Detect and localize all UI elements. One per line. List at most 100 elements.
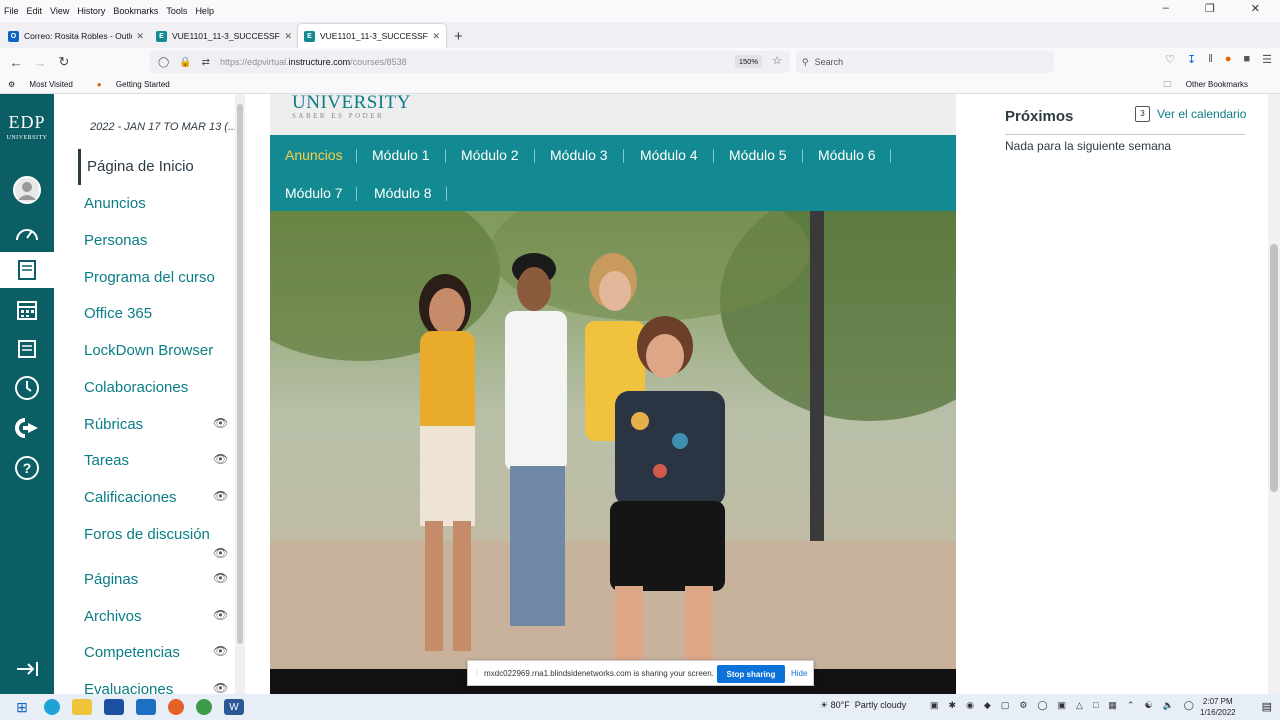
tray-icon[interactable]: ▢ — [1001, 700, 1010, 711]
firefox-icon[interactable] — [168, 699, 184, 715]
tab-outlook[interactable]: O Correo: Rosita Robles - Outlook ✕ — [2, 24, 150, 48]
course-nav-item-home[interactable]: Página de Inicio — [78, 149, 194, 185]
tray-icon[interactable]: ◉ — [966, 700, 974, 711]
system-clock[interactable]: 2:07 PM 1/16/2022 — [1200, 696, 1236, 718]
shield-icon[interactable]: ◯ — [158, 57, 169, 68]
notification-icon[interactable]: ▤ — [1262, 700, 1272, 713]
hide-banner-button[interactable]: Hide — [791, 669, 807, 678]
close-tab-icon[interactable]: ✕ — [284, 31, 292, 42]
search-input[interactable]: ⚲ Search — [796, 51, 1054, 73]
tray-icon[interactable]: △ — [1076, 700, 1083, 711]
module-link-2[interactable]: Módulo 2 — [461, 147, 519, 163]
course-nav-item-paginas[interactable]: Páginas — [84, 571, 138, 588]
course-nav-item-competencias[interactable]: Competencias — [84, 644, 180, 661]
course-nav-scrollbar[interactable] — [235, 94, 245, 694]
commons-icon[interactable] — [0, 410, 54, 446]
course-nav-item-programa[interactable]: Programa del curso — [84, 269, 215, 286]
course-nav-item-rubricas[interactable]: Rúbricas — [84, 416, 143, 433]
calendar-icon[interactable] — [0, 292, 54, 328]
back-icon[interactable]: ← — [4, 55, 28, 70]
stop-sharing-button[interactable]: Stop sharing — [717, 665, 785, 683]
edge-icon[interactable] — [44, 699, 60, 715]
zoom-level[interactable]: 150% — [734, 55, 762, 68]
chevron-up-icon[interactable]: ⌃ — [1127, 700, 1135, 711]
calendar-icon[interactable]: 3 — [1135, 106, 1150, 122]
course-nav-item-archivos[interactable]: Archivos — [84, 608, 142, 625]
file-explorer-icon[interactable] — [72, 699, 92, 715]
chrome-icon[interactable] — [196, 699, 212, 715]
tab-course-2-active[interactable]: E VUE1101_11-3_SUCCESSFULL UNI ✕ — [298, 24, 446, 48]
module-link-7[interactable]: Módulo 7 — [285, 185, 343, 201]
store-icon[interactable] — [104, 699, 124, 715]
tray-icon[interactable]: ▣ — [1058, 700, 1067, 711]
courses-icon[interactable] — [0, 252, 54, 288]
menu-edit[interactable]: Edit — [27, 6, 43, 16]
dashboard-icon[interactable] — [0, 214, 54, 250]
module-link-anuncios[interactable]: Anuncios — [285, 147, 343, 163]
course-nav-item-lockdown[interactable]: LockDown Browser — [84, 342, 213, 359]
close-tab-icon[interactable]: ✕ — [136, 31, 144, 42]
course-nav-item-evaluaciones[interactable]: Evaluaciones — [84, 681, 173, 694]
edp-logo[interactable]: EDP UNIVERSITY — [0, 113, 54, 146]
menu-view[interactable]: View — [50, 6, 69, 16]
module-link-6[interactable]: Módulo 6 — [818, 147, 876, 163]
menu-bookmarks[interactable]: Bookmarks — [113, 6, 158, 16]
menu-tools[interactable]: Tools — [166, 6, 187, 16]
forward-icon[interactable]: → — [28, 55, 52, 70]
reload-icon[interactable]: ↻ — [52, 54, 76, 70]
module-link-1[interactable]: Módulo 1 — [372, 147, 430, 163]
tab-course-1[interactable]: E VUE1101_11-3_SUCCESSFULL UNI ✕ — [150, 24, 298, 48]
windows-start-icon[interactable]: ⊞ — [12, 699, 32, 715]
inbox-icon[interactable] — [0, 330, 54, 366]
pocket-icon[interactable]: ♡ — [1165, 53, 1175, 66]
course-nav-item-tareas[interactable]: Tareas — [84, 452, 129, 469]
course-nav-item-foros[interactable]: Foros de discusión — [84, 526, 210, 543]
course-nav-item-office365[interactable]: Office 365 — [84, 305, 152, 322]
scrollbar-thumb[interactable] — [1270, 244, 1278, 492]
collapse-nav-icon[interactable] — [0, 651, 54, 687]
module-link-8[interactable]: Módulo 8 — [374, 185, 432, 201]
tray-icon[interactable]: ▣ — [930, 700, 939, 711]
new-tab-button[interactable]: + — [454, 26, 463, 48]
tray-icon[interactable]: ▦ — [1108, 700, 1117, 711]
history-icon[interactable] — [0, 370, 54, 406]
bookmark-most-visited[interactable]: ⚙ Most Visited — [8, 80, 85, 89]
restore-icon[interactable]: ❐ — [1205, 2, 1215, 15]
course-nav-item-calificaciones[interactable]: Calificaciones — [84, 489, 177, 506]
downloads-icon[interactable]: ↧ — [1187, 53, 1196, 66]
close-tab-icon[interactable]: ✕ — [432, 31, 440, 42]
bookmark-getting-started[interactable]: ● Getting Started — [97, 80, 182, 89]
minimize-icon[interactable]: – — [1163, 2, 1169, 15]
menu-history[interactable]: History — [77, 6, 105, 16]
account-icon[interactable] — [0, 172, 54, 208]
word-icon[interactable]: W — [224, 699, 244, 715]
library-icon[interactable]: ‖ — [1208, 53, 1213, 66]
extension-icon[interactable]: ● — [1225, 53, 1232, 66]
permissions-icon[interactable]: ⇄ — [202, 57, 210, 68]
module-link-5[interactable]: Módulo 5 — [729, 147, 787, 163]
tray-icon[interactable]: □ — [1093, 700, 1098, 711]
weather-widget[interactable]: ☀ 80°F Partly cloudy — [820, 700, 906, 711]
lock-icon[interactable]: 🔒 — [179, 57, 191, 68]
module-link-4[interactable]: Módulo 4 — [640, 147, 698, 163]
bookmark-star-icon[interactable]: ☆ — [772, 54, 782, 67]
scrollbar-thumb[interactable] — [237, 104, 243, 644]
course-nav-item-personas[interactable]: Personas — [84, 232, 147, 249]
bluetooth-icon[interactable]: ✱ — [949, 700, 957, 711]
network-icon[interactable]: ◯ — [1184, 700, 1194, 711]
help-icon[interactable]: ? — [0, 450, 54, 486]
menu-file[interactable]: File — [4, 6, 19, 16]
container-icon[interactable]: ■ — [1243, 53, 1250, 66]
view-calendar-link[interactable]: Ver el calendario — [1157, 107, 1246, 121]
other-bookmarks[interactable]: 🗀 Other Bookmarks — [1164, 79, 1260, 93]
tray-icon[interactable]: ◆ — [984, 700, 991, 711]
drag-handle-icon[interactable]: ⋮ — [473, 669, 481, 678]
course-nav-item-colaboraciones[interactable]: Colaboraciones — [84, 379, 188, 396]
tray-icon[interactable]: ◯ — [1037, 700, 1047, 711]
speaker-icon[interactable]: 🔈 — [1163, 700, 1174, 711]
tray-icon[interactable]: ⚙ — [1019, 700, 1027, 711]
url-bar[interactable]: ◯ 🔒 ⇄ https://edpvirtual. instructure.co… — [150, 51, 790, 73]
wifi-icon[interactable]: ☯ — [1144, 700, 1152, 711]
close-window-icon[interactable]: ✕ — [1251, 2, 1260, 15]
mail-icon[interactable] — [136, 699, 156, 715]
